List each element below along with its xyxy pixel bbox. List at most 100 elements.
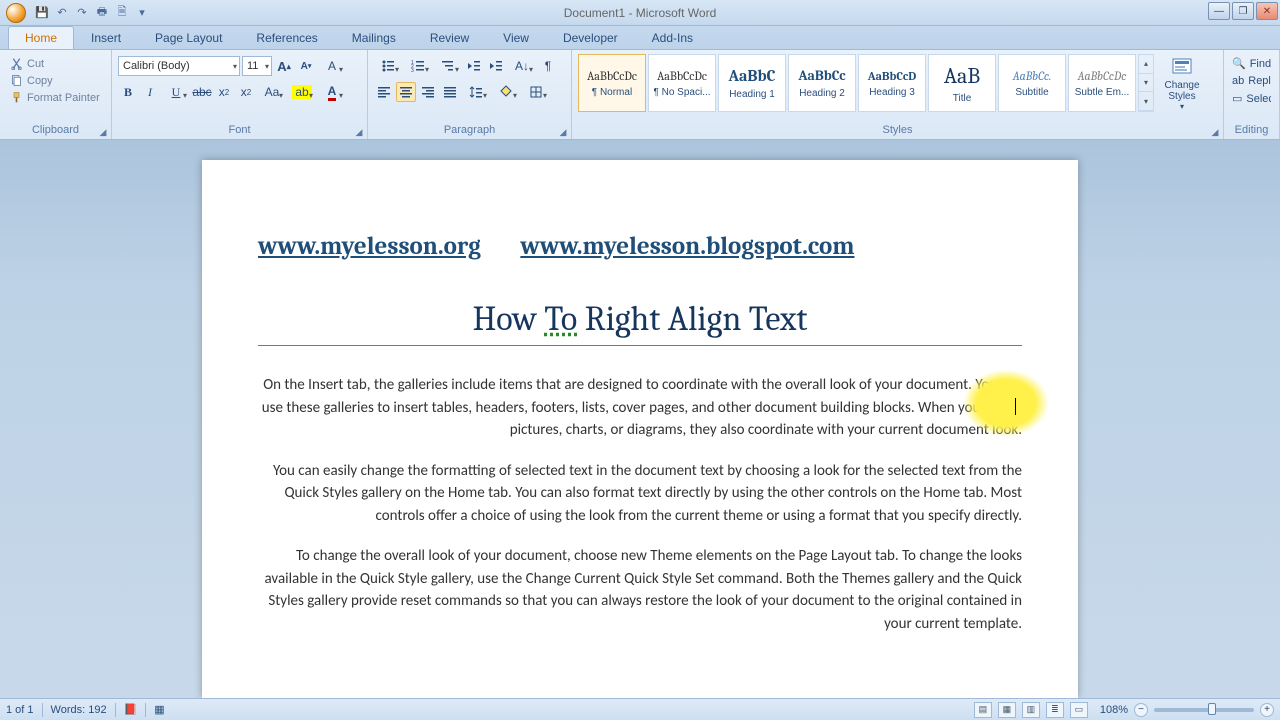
tab-mailings[interactable]: Mailings — [335, 26, 413, 49]
titlebar: 💾 ↶ ↷ 🖶 🗎 ▾ Document1 - Microsoft Word —… — [0, 0, 1280, 26]
bullets-button[interactable] — [374, 56, 402, 76]
align-left-button[interactable] — [374, 82, 394, 102]
tab-home[interactable]: Home — [8, 26, 74, 49]
full-screen-view-button[interactable]: ▦ — [998, 702, 1016, 718]
font-launcher[interactable]: ◢ — [353, 126, 365, 138]
redo-icon[interactable]: ↷ — [74, 5, 90, 21]
zoom-in-button[interactable]: + — [1260, 703, 1274, 717]
style-tile--normal[interactable]: AaBbCcDc¶ Normal — [578, 54, 646, 112]
replace-icon: ab — [1232, 75, 1244, 87]
borders-icon — [529, 85, 543, 99]
align-right-button[interactable] — [418, 82, 438, 102]
styles-row-down[interactable]: ▾ — [1139, 74, 1153, 93]
borders-button[interactable] — [522, 82, 550, 102]
justify-button[interactable] — [440, 82, 460, 102]
font-size-combo[interactable]: 11▾ — [242, 56, 272, 76]
page-indicator[interactable]: 1 of 1 — [6, 704, 34, 716]
undo-icon[interactable]: ↶ — [54, 5, 70, 21]
numbering-button[interactable]: 123 — [404, 56, 432, 76]
change-case-button[interactable]: Aa — [258, 82, 286, 102]
change-styles-icon — [1170, 56, 1194, 80]
sort-button[interactable]: A↓ — [508, 56, 536, 76]
minimize-button[interactable]: — — [1208, 2, 1230, 20]
find-button[interactable]: 🔍Find — [1230, 56, 1273, 71]
tab-insert[interactable]: Insert — [74, 26, 138, 49]
tab-references[interactable]: References — [239, 26, 334, 49]
copy-button[interactable]: Copy — [6, 73, 104, 88]
styles-scroll[interactable]: ▴▾▾ — [1138, 54, 1154, 112]
underline-button[interactable]: U — [162, 82, 190, 102]
zoom-out-button[interactable]: − — [1134, 703, 1148, 717]
styles-launcher[interactable]: ◢ — [1209, 126, 1221, 138]
shrink-font-button[interactable]: A▾ — [296, 56, 316, 76]
qat-dropdown-icon[interactable]: ▾ — [134, 5, 150, 21]
word-count[interactable]: Words: 192 — [51, 704, 107, 716]
quick-access-toolbar: 💾 ↶ ↷ 🖶 🗎 ▾ — [0, 3, 150, 23]
font-color-button[interactable]: A — [318, 82, 346, 102]
quick-print-icon[interactable]: 🗎 — [114, 5, 130, 21]
macro-icon[interactable]: ▦ — [154, 703, 164, 716]
draft-view-button[interactable]: ▭ — [1070, 702, 1088, 718]
paragraph-launcher[interactable]: ◢ — [557, 126, 569, 138]
format-painter-button[interactable]: Format Painter — [6, 90, 104, 105]
link-2[interactable]: www.myelesson.blogspot.com — [520, 232, 854, 261]
align-center-icon — [399, 85, 413, 99]
tab-view[interactable]: View — [486, 26, 546, 49]
save-icon[interactable]: 💾 — [34, 5, 50, 21]
print-layout-view-button[interactable]: ▤ — [974, 702, 992, 718]
style-tile-heading-3[interactable]: AaBbCcDHeading 3 — [858, 54, 926, 112]
styles-expand[interactable]: ▾ — [1139, 92, 1153, 111]
clipboard-launcher[interactable]: ◢ — [97, 126, 109, 138]
change-styles-button[interactable]: Change Styles▾ — [1160, 54, 1204, 112]
strikethrough-button[interactable]: abc — [192, 82, 212, 102]
bold-button[interactable]: B — [118, 82, 138, 102]
highlight-button[interactable]: ab — [288, 82, 316, 102]
grow-font-button[interactable]: A▴ — [274, 56, 294, 76]
bullets-icon — [381, 59, 395, 73]
superscript-button[interactable]: x2 — [236, 82, 256, 102]
italic-button[interactable]: I — [140, 82, 160, 102]
style-tile-heading-2[interactable]: AaBbCcHeading 2 — [788, 54, 856, 112]
clear-formatting-button[interactable]: A — [318, 56, 346, 76]
styles-row-up[interactable]: ▴ — [1139, 55, 1153, 74]
style-tile-subtle-em-[interactable]: AaBbCcDcSubtle Em... — [1068, 54, 1136, 112]
outline-view-button[interactable]: ≣ — [1046, 702, 1064, 718]
show-marks-button[interactable]: ¶ — [538, 56, 558, 76]
text-caret — [1015, 398, 1016, 415]
tab-add-ins[interactable]: Add-Ins — [635, 26, 710, 49]
office-button[interactable] — [6, 3, 26, 23]
select-button[interactable]: ▭Select — [1230, 91, 1273, 106]
zoom-slider[interactable] — [1154, 708, 1254, 712]
print-preview-icon[interactable]: 🖶 — [94, 5, 110, 21]
replace-button[interactable]: abReplace — [1230, 74, 1273, 88]
multilevel-list-button[interactable] — [434, 56, 462, 76]
style-tile-subtitle[interactable]: AaBbCc.Subtitle — [998, 54, 1066, 112]
web-layout-view-button[interactable]: ▥ — [1022, 702, 1040, 718]
style-tile-heading-1[interactable]: AaBbCHeading 1 — [718, 54, 786, 112]
shading-button[interactable] — [492, 82, 520, 102]
decrease-indent-button[interactable] — [464, 56, 484, 76]
font-name-value: Calibri (Body) — [123, 60, 190, 72]
proofing-icon[interactable]: 📕 — [124, 703, 138, 716]
line-spacing-button[interactable] — [462, 82, 490, 102]
document-area[interactable]: www.myelesson.org www.myelesson.blogspot… — [0, 140, 1280, 698]
font-size-value: 11 — [247, 60, 258, 72]
maximize-button[interactable]: ❐ — [1232, 2, 1254, 20]
tab-page-layout[interactable]: Page Layout — [138, 26, 239, 49]
tab-review[interactable]: Review — [413, 26, 486, 49]
binoculars-icon: 🔍 — [1232, 57, 1246, 70]
scissors-icon — [10, 57, 23, 70]
link-1[interactable]: www.myelesson.org — [258, 232, 481, 261]
style-tile-title[interactable]: AaBTitle — [928, 54, 996, 112]
align-center-button[interactable] — [396, 82, 416, 102]
zoom-level[interactable]: 108% — [1100, 704, 1128, 716]
style-tile--no-spaci-[interactable]: AaBbCcDc¶ No Spaci... — [648, 54, 716, 112]
paragraph-2: You can easily change the formatting of … — [258, 460, 1022, 528]
increase-indent-button[interactable] — [486, 56, 506, 76]
subscript-button[interactable]: x2 — [214, 82, 234, 102]
cut-button[interactable]: Cut — [6, 56, 104, 71]
tab-developer[interactable]: Developer — [546, 26, 635, 49]
zoom-thumb[interactable] — [1208, 703, 1216, 715]
font-name-combo[interactable]: Calibri (Body)▾ — [118, 56, 240, 76]
close-button[interactable]: ✕ — [1256, 2, 1278, 20]
